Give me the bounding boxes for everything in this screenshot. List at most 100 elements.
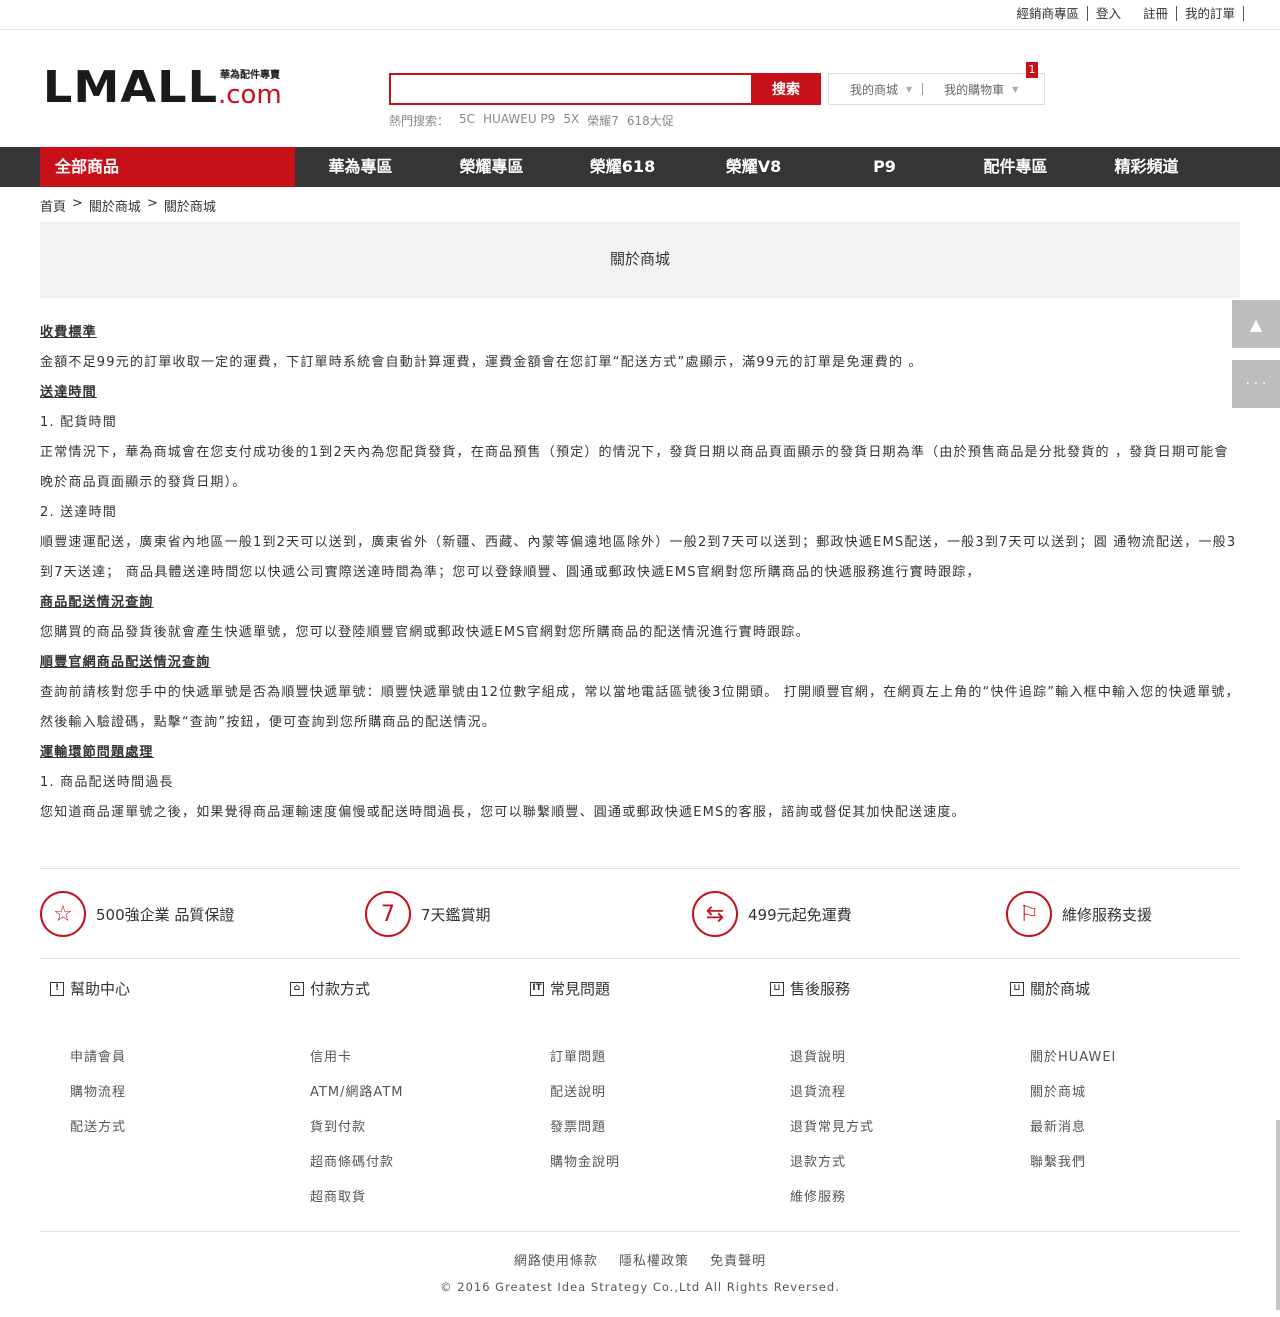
search-input[interactable]	[389, 73, 751, 105]
feature-seven-day: 7 7天鑑賞期	[365, 891, 491, 937]
paragraph: 1. 商品配送時間過長	[40, 775, 174, 790]
footer-link[interactable]: 發票問題	[550, 1110, 620, 1145]
top-links: 經銷商專區 登入 註冊 我的訂單	[1008, 6, 1244, 21]
footer-links: 網路使用條款 隱私權政策 免責聲明	[0, 1250, 1280, 1269]
search-button[interactable]: 搜索	[751, 73, 821, 105]
nav-item-featured[interactable]: 精彩頻道	[1081, 147, 1212, 187]
hot-search-term[interactable]: 618大促	[627, 112, 674, 129]
breadcrumb-separator: >	[72, 196, 83, 211]
my-mall-dropdown[interactable]: 我的商城 ▼	[829, 81, 922, 98]
paragraph: 金額不足99元的訂單收取一定的運費，下訂單時系統會自動計算運費，運費金額會在您訂…	[40, 355, 923, 370]
footer-link[interactable]: 最新消息	[1030, 1110, 1116, 1145]
footer-link[interactable]: 超商條碼付款	[310, 1145, 403, 1180]
my-orders-link[interactable]: 我的訂單	[1177, 6, 1244, 21]
lmall-logo[interactable]: LMALL 華為配件專賣 .com	[43, 66, 282, 110]
register-link[interactable]: 註冊	[1135, 6, 1177, 21]
nav-item-huawei[interactable]: 華為專區	[295, 147, 426, 187]
section-heading: 收費標準	[40, 325, 97, 340]
footer-col-title: 關於商城	[1030, 980, 1091, 998]
hot-search-term[interactable]: HUAWEU P9	[483, 112, 555, 129]
login-link[interactable]: 登入	[1088, 6, 1135, 21]
paragraph: 順豐速運配送，廣東省內地區一般1到2天可以送到，廣東省外（新疆、西藏、內蒙等偏遠…	[40, 535, 1237, 580]
star-icon: ☆	[40, 891, 86, 937]
privacy-link[interactable]: 隱私權政策	[619, 1254, 689, 1269]
free-shipping-icon: ⇆	[692, 891, 738, 937]
footer-link[interactable]: 配送方式	[70, 1110, 130, 1145]
hot-searches: 熱門搜索： 5C HUAWEU P9 5X 榮耀7 618大促	[389, 112, 682, 129]
more-button[interactable]: · · ·	[1232, 360, 1280, 408]
flag-icon: ⚐	[1006, 891, 1052, 937]
footer-link[interactable]: 配送說明	[550, 1075, 620, 1110]
footer-link[interactable]: 維修服務	[790, 1180, 874, 1215]
payment-icon: ⌂	[290, 981, 304, 996]
footer-link[interactable]: 退貨常見方式	[790, 1110, 874, 1145]
feature-free-shipping: ⇆ 499元起免運費	[692, 891, 852, 937]
mall-cart-box: 我的商城 ▼ 我的購物車 ▼	[828, 73, 1045, 105]
hot-search-label: 熱門搜索：	[389, 114, 450, 128]
more-icon: · · ·	[1245, 376, 1267, 392]
all-products-menu[interactable]: 全部商品	[40, 147, 295, 187]
footer-link[interactable]: 退款方式	[790, 1145, 874, 1180]
breadcrumb-home[interactable]: 首頁	[40, 196, 66, 215]
footer-link[interactable]: 購物流程	[70, 1075, 130, 1110]
back-to-top-button[interactable]: ▲	[1232, 300, 1280, 348]
chevron-down-icon: ▼	[906, 84, 913, 94]
footer-link[interactable]: 貨到付款	[310, 1110, 403, 1145]
nav-item-honor-618[interactable]: 榮耀618	[557, 147, 688, 187]
hot-search-term[interactable]: 5X	[563, 112, 579, 129]
breadcrumb-current: 關於商城	[163, 200, 216, 215]
scrollbar[interactable]	[1276, 1120, 1280, 1310]
footer-link[interactable]: 聯繫我們	[1030, 1145, 1116, 1180]
terms-link[interactable]: 網路使用條款	[514, 1254, 598, 1269]
disclaimer-link[interactable]: 免責聲明	[710, 1254, 766, 1269]
section-heading: 送達時間	[40, 385, 97, 400]
footer-link[interactable]: 退貨流程	[790, 1075, 874, 1110]
footer-link[interactable]: ATM/網路ATM	[310, 1075, 403, 1110]
section-heading: 順豐官網商品配送情況查詢	[40, 655, 211, 670]
header: LMALL 華為配件專賣 .com 搜索 熱門搜索： 5C HUAWEU P9 …	[0, 30, 1280, 147]
nav-item-accessories[interactable]: 配件專區	[950, 147, 1081, 187]
seven-day-icon: 7	[365, 891, 411, 937]
feature-quality: ☆ 500強企業 品質保證	[40, 891, 234, 937]
feature-text: 499元起免運費	[748, 905, 852, 924]
breadcrumb-about[interactable]: 關於商城	[89, 196, 141, 215]
logo-text: LMALL	[42, 62, 219, 113]
footer-link[interactable]: 購物金說明	[550, 1145, 620, 1180]
footer-link[interactable]: 退貨說明	[790, 1040, 874, 1075]
my-mall-label: 我的商城	[850, 82, 899, 97]
nav-item-honor-v8[interactable]: 榮耀V8	[688, 147, 819, 187]
page-title: 關於商城	[40, 222, 1240, 298]
section-heading: 運輸環節問題處理	[40, 745, 154, 760]
footer-link[interactable]: 訂單問題	[550, 1040, 620, 1075]
footer-link[interactable]: 關於HUAWEI	[1030, 1040, 1116, 1075]
my-cart-dropdown[interactable]: 我的購物車 ▼	[923, 81, 1028, 98]
my-cart-label: 我的購物車	[944, 82, 1005, 97]
feature-text: 7天鑑賞期	[421, 905, 491, 924]
breadcrumb: 首頁 > 關於商城 > 關於商城	[40, 196, 222, 215]
footer-col-after-sales: ⊔ 售後服務 退貨說明 退貨流程 退貨常見方式 退款方式 維修服務	[760, 978, 874, 1215]
paragraph: 您知道商品運單號之後，如果覺得商品運輸速度偏慢或配送時間過長，您可以聯繫順豐、圓…	[40, 805, 966, 820]
paragraph: 2. 送達時間	[40, 505, 117, 520]
footer-col-about: ⊔ 關於商城 關於HUAWEI 關於商城 最新消息 聯繫我們	[1000, 978, 1116, 1180]
footer-col-title: 付款方式	[310, 980, 371, 998]
nav-item-honor[interactable]: 榮耀專區	[426, 147, 557, 187]
paragraph: 1. 配貨時間	[40, 415, 117, 430]
section-heading: 商品配送情況查詢	[40, 595, 154, 610]
dealer-link[interactable]: 經銷商專區	[1008, 6, 1088, 21]
hot-search-term[interactable]: 榮耀7	[587, 112, 619, 129]
nav-item-p9[interactable]: P9	[819, 147, 950, 187]
main-nav: 全部商品 華為專區 榮耀專區 榮耀618 榮耀V8 P9 配件專區 精彩頻道	[0, 147, 1280, 187]
footer-link[interactable]: 申請會員	[70, 1040, 130, 1075]
logo-dotcom: .com	[217, 80, 282, 110]
feature-text: 500強企業 品質保證	[96, 905, 235, 924]
footer-divider	[40, 1231, 1240, 1232]
article-content: 收費標準 金額不足99元的訂單收取一定的運費，下訂單時系統會自動計算運費，運費金…	[40, 318, 1240, 828]
footer-col-title: 常見問題	[550, 980, 611, 998]
footer-link[interactable]: 超商取貨	[310, 1180, 403, 1215]
service-features: ☆ 500強企業 品質保證 7 7天鑑賞期 ⇆ 499元起免運費 ⚐ 維修服務支…	[40, 868, 1240, 959]
paragraph: 查詢前請核對您手中的快遞單號是否為順豐快遞單號：順豐快遞單號由12位數字組成，常…	[40, 685, 1240, 730]
footer-col-faq: IT 常見問題 訂單問題 配送說明 發票問題 購物金說明	[520, 978, 620, 1180]
hot-search-term[interactable]: 5C	[459, 112, 475, 129]
footer-link[interactable]: 信用卡	[310, 1040, 403, 1075]
footer-link[interactable]: 關於商城	[1030, 1075, 1116, 1110]
